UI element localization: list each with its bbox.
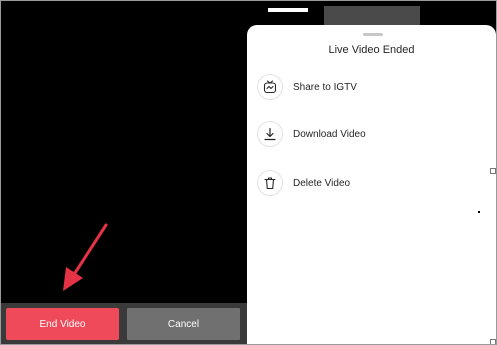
bottom-sheet: Live Video Ended Share to IGTV Download … [247,25,496,344]
end-video-button[interactable]: End Video [6,308,119,340]
pointer-arrow-icon [63,223,108,291]
share-to-igtv-label: Share to IGTV [293,81,357,93]
screenshot-frame: End Video Cancel Live Video Ended Share … [0,0,497,345]
download-video-label: Download Video [293,128,366,140]
delete-video-item[interactable]: Delete Video [257,168,482,198]
sheet-drag-handle[interactable] [363,33,383,36]
share-to-igtv-item[interactable]: Share to IGTV [257,72,482,102]
sheet-title: Live Video Ended [328,44,415,56]
resize-handle-right[interactable] [490,168,496,174]
resize-handle-corner[interactable] [490,339,496,344]
download-icon [257,121,283,147]
delete-video-label: Delete Video [293,177,351,189]
download-video-item[interactable]: Download Video [257,119,482,149]
cancel-button[interactable]: Cancel [127,308,240,340]
stray-dot [478,211,480,213]
status-indicator [268,8,308,12]
igtv-icon [257,74,283,100]
live-video-area [1,1,247,344]
trash-icon [257,170,283,196]
